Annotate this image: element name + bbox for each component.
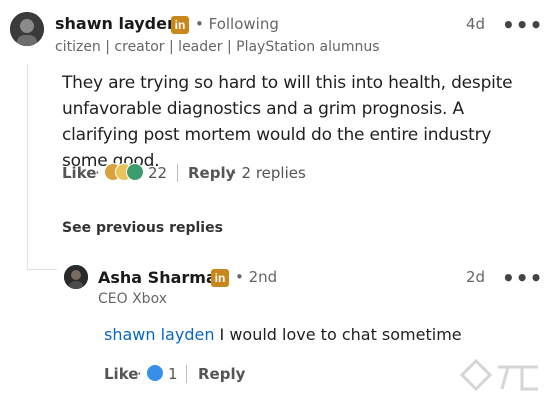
comment-body: They are trying so hard to will this int… — [62, 73, 513, 171]
connection-status: • Following — [195, 15, 279, 33]
author-name[interactable]: shawn layden — [55, 14, 178, 33]
reply-author-headline: CEO Xbox — [98, 291, 167, 307]
like-button[interactable]: Like — [62, 164, 96, 182]
reply-more-options-icon[interactable]: ••• — [502, 268, 543, 288]
like-reaction-icon — [146, 364, 164, 382]
reaction-icons[interactable] — [104, 163, 146, 183]
mention-link[interactable]: shawn layden — [104, 325, 214, 344]
support-reaction-icon — [126, 163, 144, 181]
linkedin-premium-icon: in — [211, 269, 229, 287]
thread-line — [27, 64, 28, 269]
reply-like-button[interactable]: Like — [104, 365, 138, 383]
reply-reaction-icons[interactable] — [146, 364, 166, 384]
reply-author-name[interactable]: Asha Sharma — [98, 268, 217, 287]
reply-timestamp: 2d — [466, 268, 486, 286]
watermark-logo — [456, 355, 544, 399]
reply-divider — [186, 365, 187, 383]
reply-button[interactable]: Reply — [188, 164, 235, 182]
comment-timestamp: 4d — [466, 15, 486, 33]
author-headline: citizen | creator | leader | PlayStation… — [55, 39, 380, 55]
linkedin-premium-icon: in — [171, 16, 189, 34]
replies-count[interactable]: · 2 replies — [232, 164, 306, 182]
reply-body: shawn layden I would love to chat someti… — [104, 325, 462, 344]
see-previous-replies-button[interactable]: See previous replies — [62, 220, 223, 236]
separator-dot: · — [95, 164, 100, 182]
shawn-layden-avatar[interactable] — [10, 12, 44, 46]
asha-sharma-avatar[interactable] — [64, 265, 88, 289]
reply-separator-dot: · — [137, 365, 142, 383]
thread-branch — [27, 269, 57, 270]
divider — [177, 164, 178, 182]
reply-body-text: I would love to chat sometime — [214, 325, 462, 344]
reply-reply-button[interactable]: Reply — [198, 365, 245, 383]
reply-connection-status: • 2nd — [235, 268, 278, 286]
reaction-count[interactable]: 22 — [148, 164, 167, 182]
more-options-icon[interactable]: ••• — [502, 15, 543, 35]
reply-reaction-count[interactable]: 1 — [168, 365, 178, 383]
